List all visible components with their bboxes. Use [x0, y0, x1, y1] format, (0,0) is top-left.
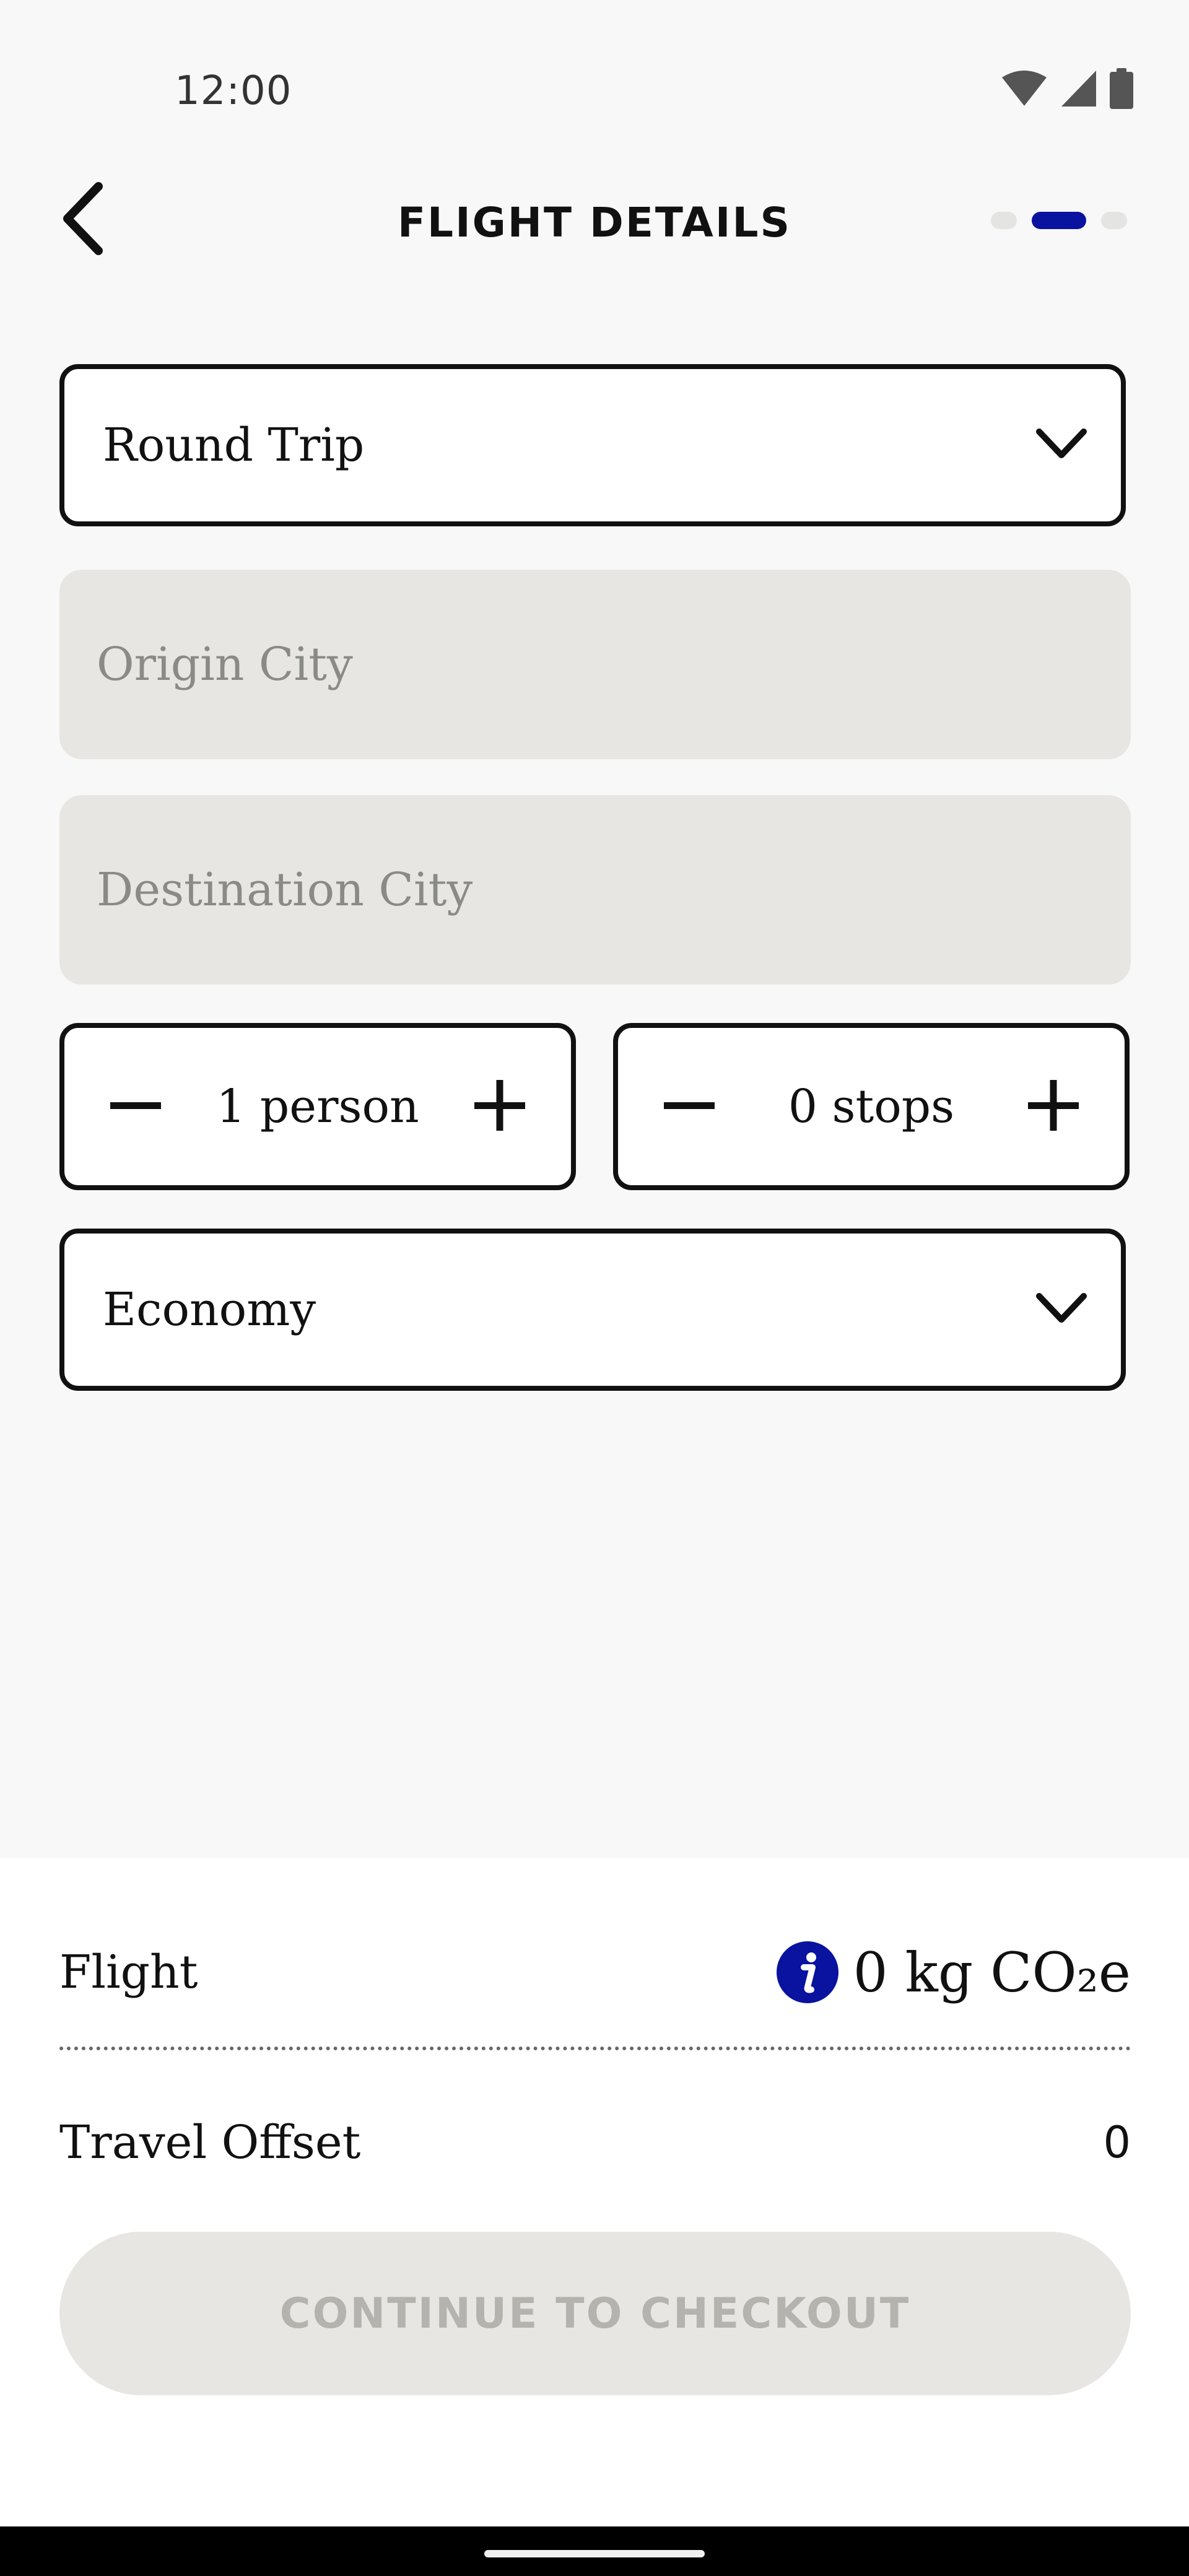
step-indicator [991, 212, 1127, 229]
status-bar: 12:00 [0, 0, 1189, 186]
decrement-passengers-button[interactable] [102, 1073, 170, 1141]
destination-city-input[interactable] [59, 795, 1131, 985]
flight-emissions-row: Flight 0 kg CO₂e [59, 1926, 1131, 2019]
increment-stops-button[interactable] [1019, 1073, 1087, 1141]
emissions-display: 0 kg CO₂e [776, 1940, 1131, 2004]
navigation-bar [0, 2526, 1189, 2576]
back-button[interactable] [59, 180, 121, 260]
chevron-down-icon [1035, 1291, 1087, 1328]
step-dot [1101, 212, 1127, 229]
minus-icon [661, 1077, 717, 1136]
chevron-down-icon [1035, 427, 1087, 464]
trip-type-value: Round Trip [103, 419, 365, 472]
origin-city-input[interactable] [59, 570, 1131, 759]
stops-stepper: 0 stops [613, 1023, 1130, 1190]
step-dot-active [1032, 212, 1086, 229]
cabin-class-value: Economy [103, 1283, 316, 1336]
plus-icon [472, 1077, 528, 1136]
flight-label: Flight [59, 1946, 198, 1999]
battery-icon [1110, 68, 1133, 111]
trip-type-select[interactable]: Round Trip [59, 364, 1126, 526]
minus-icon [108, 1077, 163, 1136]
home-gesture-handle[interactable] [484, 2550, 705, 2557]
cabin-class-select[interactable]: Economy [59, 1229, 1126, 1391]
step-dot [991, 212, 1017, 229]
info-icon[interactable] [776, 1941, 838, 2003]
increment-passengers-button[interactable] [466, 1073, 534, 1141]
summary-divider [59, 2047, 1131, 2050]
cellular-signal-icon [1060, 69, 1097, 110]
continue-to-checkout-button[interactable]: CONTINUE TO CHECKOUT [59, 2232, 1131, 2395]
page-title: FLIGHT DETAILS [397, 199, 792, 246]
decrement-stops-button[interactable] [655, 1073, 723, 1141]
passenger-count: 1 person [216, 1080, 419, 1133]
travel-offset-value: 0 [1103, 2117, 1131, 2168]
stops-count: 0 stops [788, 1080, 955, 1133]
summary-panel: Flight 0 kg CO₂e Travel Offset 0 CONTINU… [0, 1858, 1189, 2526]
travel-offset-label: Travel Offset [59, 2116, 361, 2169]
travel-offset-row: Travel Offset 0 [59, 2096, 1131, 2189]
emissions-value: 0 kg CO₂e [853, 1940, 1131, 2004]
status-time: 12:00 [175, 68, 292, 114]
chevron-left-icon [59, 181, 108, 258]
passenger-stepper: 1 person [59, 1023, 576, 1190]
wifi-icon [1001, 70, 1048, 110]
plus-icon [1026, 1077, 1081, 1136]
status-icons [1001, 68, 1133, 111]
